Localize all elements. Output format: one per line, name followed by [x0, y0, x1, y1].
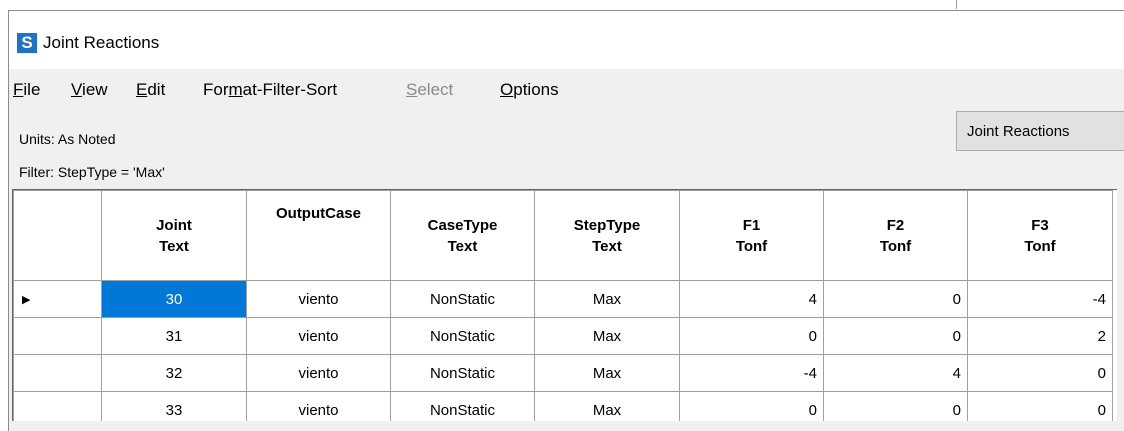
joint-reactions-table: Joint Text OutputCase CaseType Text StepTy… — [13, 190, 1113, 421]
cell-joint[interactable]: 30 — [101, 280, 247, 318]
cell-steptype[interactable]: Max — [534, 280, 680, 318]
menu-format-prefix: For — [203, 80, 229, 99]
menu-file-label: ile — [23, 80, 41, 99]
header-line1: Joint — [156, 216, 192, 234]
header-row: Joint Text OutputCase CaseType Text StepTy… — [13, 190, 1113, 281]
header-line1: StepType — [573, 216, 641, 234]
menu-file-mnemonic: F — [13, 80, 24, 99]
menu-edit[interactable]: Edit — [136, 80, 165, 100]
menu-format-filter-sort[interactable]: Format-Filter-Sort — [203, 80, 337, 100]
app-logo-icon: S — [17, 33, 37, 53]
menu-options-label: ptions — [513, 80, 559, 99]
cell-f3[interactable]: 2 — [967, 317, 1113, 355]
column-header-steptype[interactable]: StepType Text — [534, 190, 680, 281]
column-header-f3[interactable]: F3 Tonf — [967, 190, 1113, 281]
header-line2: Text — [159, 237, 189, 255]
cell-steptype[interactable]: Max — [534, 317, 680, 355]
table-row[interactable]: 33 viento NonStatic Max 0 0 0 — [13, 391, 1113, 421]
cell-steptype[interactable]: Max — [534, 391, 680, 421]
cell-steptype[interactable]: Max — [534, 354, 680, 392]
background-strip — [0, 0, 1124, 10]
menu-select-mnemonic: S — [406, 80, 418, 99]
cell-outputcase[interactable]: viento — [246, 280, 391, 318]
cell-joint[interactable]: 32 — [101, 354, 247, 392]
cell-casetype[interactable]: NonStatic — [390, 317, 535, 355]
cell-f3[interactable]: 0 — [967, 354, 1113, 392]
current-row-indicator-icon[interactable]: ▶ — [13, 280, 102, 318]
cell-f2[interactable]: 4 — [823, 354, 968, 392]
header-line2: Tonf — [879, 237, 912, 255]
title-bar: S Joint Reactions — [9, 11, 1124, 69]
menu-view[interactable]: View — [71, 80, 108, 100]
cell-casetype[interactable]: NonStatic — [390, 354, 535, 392]
cell-outputcase[interactable]: viento — [246, 391, 391, 421]
row-selector-header — [13, 190, 102, 281]
menu-select-label: elect — [417, 80, 454, 99]
cell-outputcase[interactable]: viento — [246, 354, 391, 392]
cell-f3[interactable]: -4 — [967, 280, 1113, 318]
window-title: Joint Reactions — [43, 33, 160, 52]
header-line2: Tonf — [735, 237, 768, 255]
units-label: Units: As Noted — [19, 131, 116, 147]
table-select-button[interactable]: Joint Reactions — [956, 111, 1124, 151]
header-line1: F3 — [1031, 216, 1049, 234]
column-header-outputcase[interactable]: OutputCase — [246, 190, 391, 281]
header-line1: F2 — [886, 216, 905, 234]
cell-joint[interactable]: 33 — [101, 391, 247, 421]
cell-f2[interactable]: 0 — [823, 391, 968, 421]
column-header-f2[interactable]: F2 Tonf — [823, 190, 968, 281]
data-grid[interactable]: Joint Text OutputCase CaseType Text StepTy… — [12, 189, 1117, 421]
menu-view-mnemonic: V — [71, 80, 83, 99]
row-selector[interactable] — [13, 354, 102, 392]
header-line2: Text — [592, 237, 622, 255]
cell-f2[interactable]: 0 — [823, 317, 968, 355]
header-line2: Tonf — [1024, 237, 1056, 255]
column-header-casetype[interactable]: CaseType Text — [390, 190, 535, 281]
menu-select[interactable]: Select — [406, 80, 453, 100]
menu-edit-mnemonic: E — [136, 80, 148, 99]
column-header-joint[interactable]: Joint Text — [101, 190, 247, 281]
menu-view-label: iew — [82, 80, 108, 99]
menu-edit-label: dit — [147, 80, 166, 99]
row-selector[interactable] — [13, 317, 102, 355]
cell-casetype[interactable]: NonStatic — [390, 280, 535, 318]
cell-f1[interactable]: 4 — [679, 280, 824, 318]
table-row[interactable]: 32 viento NonStatic Max -4 4 0 — [13, 354, 1113, 392]
cell-f3[interactable]: 0 — [967, 391, 1113, 421]
header-line1: CaseType — [427, 216, 498, 234]
menu-file[interactable]: File — [13, 80, 40, 100]
column-header-f1[interactable]: F1 Tonf — [679, 190, 824, 281]
cell-f1[interactable]: 0 — [679, 391, 824, 421]
menu-options[interactable]: Options — [500, 80, 559, 100]
menu-format-label: at-Filter-Sort — [242, 80, 338, 99]
cell-casetype[interactable]: NonStatic — [390, 391, 535, 421]
separator-tick — [956, 0, 957, 9]
filter-label: Filter: StepType = 'Max' — [19, 164, 165, 180]
table-row[interactable]: ▶ 30 viento NonStatic Max 4 0 -4 — [13, 280, 1113, 318]
header-line1: F1 — [742, 216, 761, 234]
cell-f1[interactable]: -4 — [679, 354, 824, 392]
cell-outputcase[interactable]: viento — [246, 317, 391, 355]
header-line2: Text — [447, 237, 478, 255]
cell-f2[interactable]: 0 — [823, 280, 968, 318]
cell-f1[interactable]: 0 — [679, 317, 824, 355]
cell-joint[interactable]: 31 — [101, 317, 247, 355]
menu-options-mnemonic: O — [500, 80, 514, 99]
table-row[interactable]: 31 viento NonStatic Max 0 0 2 — [13, 317, 1113, 355]
row-selector[interactable] — [13, 391, 102, 421]
header-line1: OutputCase — [275, 205, 361, 222]
menu-bar: File View Edit Format-Filter-Sort Select… — [9, 69, 1124, 109]
menu-format-mnemonic: m — [228, 80, 243, 99]
